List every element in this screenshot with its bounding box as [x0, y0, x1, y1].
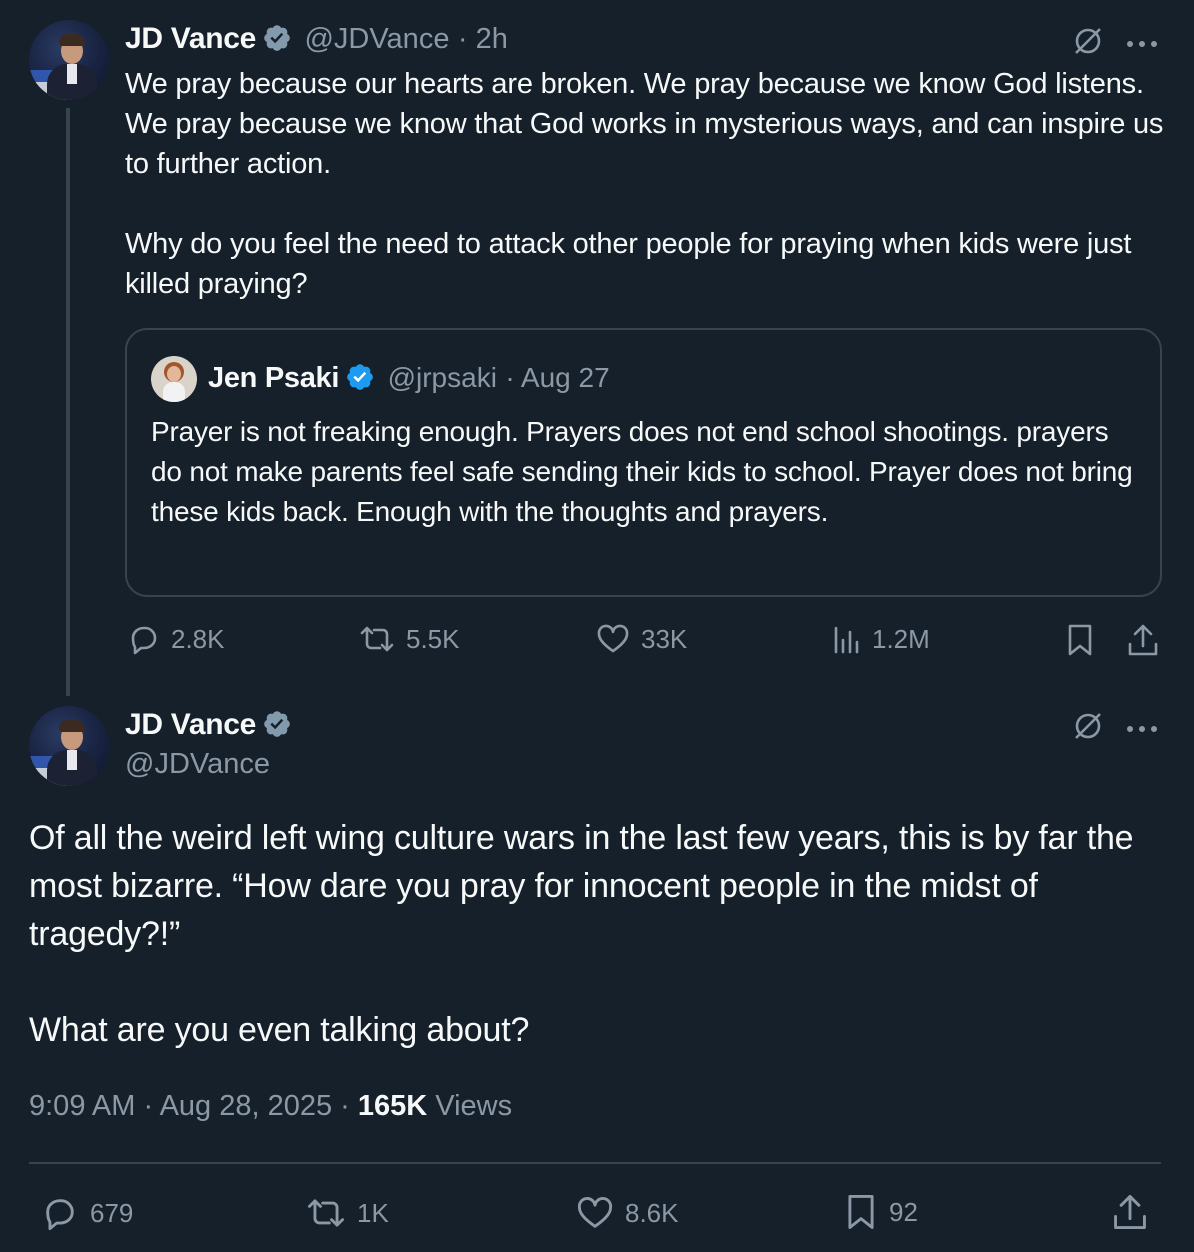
bookmark-icon — [848, 1195, 874, 1229]
tweet-header: JD Vance — [125, 708, 292, 742]
verified-badge-icon — [264, 25, 290, 51]
quoted-handle: @jrpsaki — [387, 362, 497, 393]
views-button[interactable]: 1.2M — [830, 622, 930, 656]
grok-icon[interactable] — [1071, 709, 1105, 748]
quoted-header: Jen Psaki @jrpsaki · Aug 27 — [208, 362, 610, 395]
avatar[interactable] — [29, 706, 109, 786]
quoted-author-name[interactable]: Jen Psaki — [208, 362, 339, 394]
like-count: 33K — [641, 623, 688, 654]
avatar[interactable] — [29, 20, 109, 100]
repost-count: 1K — [357, 1197, 389, 1228]
tweet-paragraph: Of all the weird left wing culture wars … — [29, 819, 1134, 953]
repost-icon — [360, 626, 394, 652]
more-icon[interactable] — [1126, 721, 1158, 739]
tweet-header: JD Vance @JDVance · 2h — [125, 22, 508, 56]
author-handle[interactable]: @JDVance — [125, 748, 270, 781]
like-button[interactable]: 33K — [595, 622, 687, 656]
quoted-date: · Aug 27 — [505, 362, 610, 393]
analytics-icon — [834, 626, 859, 654]
reply-count: 2.8K — [171, 623, 225, 654]
views-count: 165K — [357, 1090, 428, 1122]
timestamp[interactable]: 9:09 AM · Aug 28, 2025 · — [29, 1090, 358, 1122]
reply-button[interactable]: 679 — [40, 1194, 133, 1232]
bookmark-count: 92 — [889, 1196, 918, 1227]
quoted-tweet[interactable]: Jen Psaki @jrpsaki · Aug 27 Prayer is no… — [125, 328, 1162, 597]
views-label: Views — [427, 1090, 513, 1122]
share-icon — [1114, 1195, 1146, 1229]
more-icon[interactable] — [1126, 36, 1158, 54]
author-name[interactable]: JD Vance — [125, 22, 256, 55]
repost-button[interactable]: 1K — [305, 1194, 389, 1232]
reply-icon — [46, 1199, 74, 1231]
views-count: 1.2M — [872, 623, 930, 654]
tweet-time[interactable]: · 2h — [458, 23, 508, 55]
bookmark-button[interactable] — [1064, 622, 1096, 663]
grok-icon[interactable] — [1071, 24, 1105, 63]
verified-badge-icon — [347, 364, 373, 390]
reply-button[interactable]: 2.8K — [127, 622, 225, 656]
author-name[interactable]: JD Vance — [125, 708, 256, 741]
share-icon — [1128, 624, 1158, 656]
like-count: 8.6K — [625, 1197, 679, 1228]
tweet-text: We pray because our hearts are broken. W… — [125, 64, 1165, 304]
bookmark-button[interactable]: 92 — [843, 1192, 918, 1232]
reply-icon — [131, 626, 157, 655]
thread-line — [66, 108, 70, 696]
tweet-paragraph: Why do you feel the need to attack other… — [125, 228, 1132, 300]
tweet-text: Of all the weird left wing culture wars … — [29, 814, 1164, 1054]
heart-icon — [577, 1197, 613, 1228]
share-button[interactable] — [1111, 1192, 1149, 1237]
tweet-paragraph: We pray because our hearts are broken. W… — [125, 68, 1164, 180]
reply-count: 679 — [90, 1197, 134, 1228]
heart-icon — [597, 624, 629, 653]
quoted-text: Prayer is not freaking enough. Prayers d… — [151, 416, 1133, 527]
tweet-meta: 9:09 AM · Aug 28, 2025 · 165K Views — [29, 1090, 512, 1123]
author-handle[interactable]: @JDVance — [304, 23, 449, 55]
bookmark-icon — [1068, 624, 1092, 656]
repost-icon — [307, 1199, 345, 1227]
verified-badge-icon — [264, 711, 290, 737]
repost-button[interactable]: 5.5K — [358, 622, 460, 656]
quoted-avatar[interactable] — [151, 356, 197, 402]
divider — [29, 1162, 1161, 1164]
share-button[interactable] — [1126, 622, 1160, 663]
tweet-paragraph: What are you even talking about? — [29, 1011, 530, 1049]
repost-count: 5.5K — [406, 623, 460, 654]
like-button[interactable]: 8.6K — [575, 1194, 679, 1232]
